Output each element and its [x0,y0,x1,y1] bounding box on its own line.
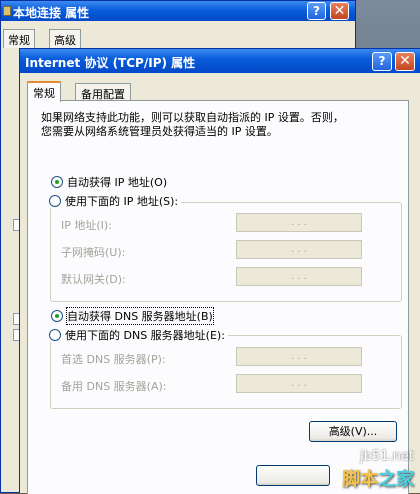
radio-unselected-icon[interactable] [49,195,61,207]
tcpip-properties-dialog: Internet 协议 (TCP/IP) 属性 ? ✕ 常规 备用配置 如果网络… [19,48,420,494]
ip-address-input[interactable]: . . . [236,213,362,232]
tab-general[interactable]: 常规 [27,81,61,102]
ip-manual-radio[interactable]: 使用下面的 IP 地址(S): [49,194,182,208]
dns-manual-radio[interactable]: 使用下面的 DNS 服务器地址(E): [49,328,228,342]
radio-selected-icon[interactable] [51,310,63,322]
tab-alternate-config[interactable]: 备用配置 [75,83,131,101]
network-connection-icon [3,6,11,16]
dialog-title: Internet 协议 (TCP/IP) 属性 [25,56,196,70]
ok-button-partial[interactable] [256,465,330,486]
radio-unselected-icon[interactable] [49,329,61,341]
advanced-button[interactable]: 高级(V)... [309,421,397,442]
dialog-close-button[interactable]: ✕ [395,52,415,71]
preferred-dns-input[interactable]: . . . [236,347,362,366]
subnet-mask-input[interactable]: . . . [236,240,362,259]
radio-selected-icon[interactable] [51,176,63,188]
back-window-title-bar[interactable]: 本地连接 属性 ? ✕ [1,1,355,21]
back-help-button[interactable]: ? [307,2,326,20]
dns-auto-radio[interactable]: 自动获得 DNS 服务器地址(B) [51,307,214,325]
ip-address-label: IP 地址(I): [61,219,112,232]
default-gateway-input[interactable]: . . . [236,267,362,286]
general-tab-panel: 如果网络支持此功能，则可以获取自动指派的 IP 设置。否则， 您需要从网络系统管… [27,100,409,494]
alternate-dns-input[interactable]: . . . [236,374,362,393]
back-tab-advanced[interactable]: 高级 [49,29,81,48]
back-window-title: 本地连接 属性 [13,6,90,20]
default-gateway-label: 默认网关(D): [61,273,126,286]
watermark-logo: 脚本之家 [342,469,414,490]
watermark-site: jb51.net [360,449,414,464]
subnet-mask-label: 子网掩码(U): [61,246,126,259]
back-close-button[interactable]: ✕ [330,2,349,20]
dialog-help-button[interactable]: ? [372,52,392,71]
alternate-dns-label: 备用 DNS 服务器(A): [61,380,167,393]
dialog-title-bar[interactable]: Internet 协议 (TCP/IP) 属性 ? ✕ [20,49,420,73]
back-tab-general[interactable]: 常规 [3,29,35,48]
preferred-dns-label: 首选 DNS 服务器(P): [61,353,166,366]
description-text: 如果网络支持此功能，则可以获取自动指派的 IP 设置。否则， 您需要从网络系统管… [41,111,344,138]
ip-auto-radio[interactable]: 自动获得 IP 地址(O) [51,175,167,189]
